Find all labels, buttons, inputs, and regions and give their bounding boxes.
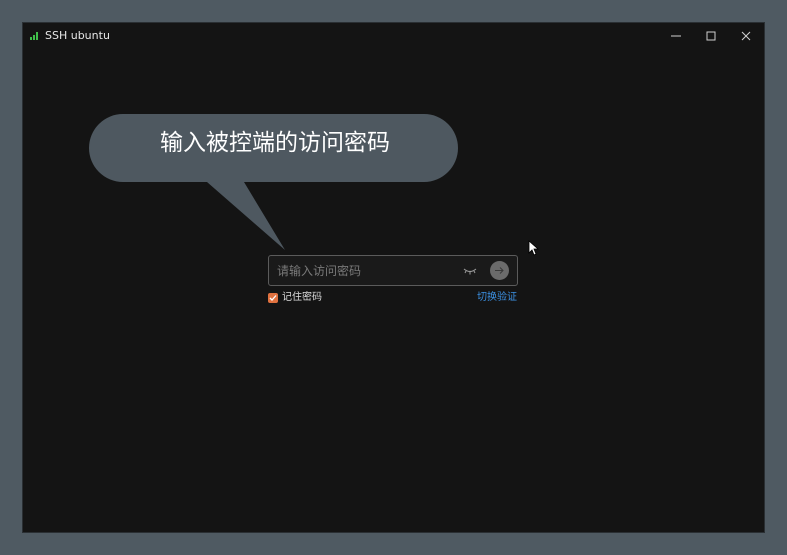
close-button[interactable] bbox=[735, 27, 757, 45]
callout-text: 输入被控端的访问密码 bbox=[160, 130, 390, 156]
maximize-icon bbox=[706, 31, 716, 41]
check-icon bbox=[269, 295, 277, 301]
tutorial-callout: 输入被控端的访问密码 bbox=[89, 114, 458, 252]
password-input[interactable] bbox=[277, 256, 457, 285]
mouse-cursor-icon bbox=[528, 240, 539, 256]
remember-password-label: 记住密码 bbox=[282, 292, 322, 303]
eye-closed-icon[interactable] bbox=[463, 266, 477, 276]
window-title: SSH ubuntu bbox=[45, 29, 110, 42]
password-field[interactable] bbox=[268, 255, 518, 286]
maximize-button[interactable] bbox=[700, 27, 722, 45]
switch-auth-link[interactable]: 切换验证 bbox=[477, 291, 517, 305]
minimize-button[interactable] bbox=[665, 27, 687, 45]
title-bar[interactable]: SSH ubuntu bbox=[23, 23, 764, 49]
signal-strength-icon bbox=[30, 32, 38, 40]
close-icon bbox=[741, 31, 751, 41]
minimize-icon bbox=[671, 35, 681, 37]
app-window: SSH ubuntu 输入被控端的访问密码 记住密码 切换验证 bbox=[23, 23, 764, 532]
checkbox-checked[interactable] bbox=[268, 293, 278, 303]
arrow-right-icon bbox=[495, 267, 504, 274]
submit-button[interactable] bbox=[490, 261, 509, 280]
